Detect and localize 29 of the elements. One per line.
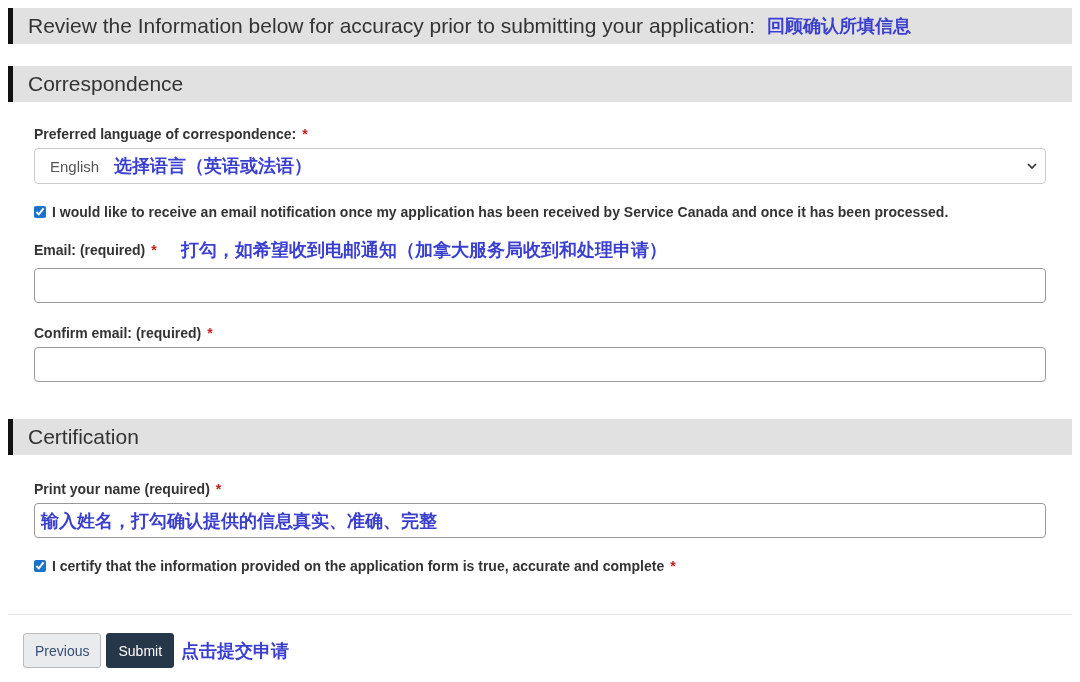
language-select[interactable]: English 选择语言（英语或法语）	[34, 148, 1046, 184]
field-label: Preferred language of correspondence:	[34, 126, 297, 142]
required-mark: *	[670, 558, 676, 574]
annotation-text: 打勾，如希望收到电邮通知（加拿大服务局收到和处理申请）	[180, 238, 667, 262]
annotation-text: 回顾确认所填信息	[767, 14, 912, 38]
confirm-email-field[interactable]	[34, 347, 1046, 382]
name-field[interactable]: 输入姓名，打勾确认提供的信息真实、准确、完整	[34, 503, 1046, 538]
heading-text: Certification	[28, 425, 139, 449]
form-button[interactable]: Submit	[106, 633, 175, 668]
annotation-text: 点击提交申请	[181, 638, 290, 663]
form-button[interactable]: Previous	[23, 633, 102, 668]
notify-checkbox[interactable]	[34, 206, 46, 218]
required-mark: *	[215, 481, 222, 497]
field-label: Email: (required)	[34, 242, 146, 258]
checkbox-label: I certify that the information provided on the application form is true, accurate and complete	[52, 558, 665, 574]
select-value: English	[50, 157, 100, 175]
required-mark: *	[151, 242, 157, 258]
heading-text: Correspondence	[28, 72, 184, 96]
heading-text: Review the Information below for accuracy prior to submitting your application:	[28, 14, 756, 38]
field-label: Print your name (required)	[34, 481, 210, 497]
annotation-text: 选择语言（英语或法语）	[114, 154, 313, 178]
required-mark: *	[302, 126, 308, 142]
certify-checkbox[interactable]	[34, 560, 46, 572]
email-field[interactable]	[34, 268, 1046, 303]
annotation-text: 输入姓名，打勾确认提供的信息真实、准确、完整	[41, 508, 437, 533]
checkbox-label: I would like to receive an email notification once my application has been received by Service Canada and once it has been processed.	[52, 204, 949, 220]
required-mark: *	[207, 325, 213, 341]
chevron-down-icon	[1027, 162, 1037, 170]
field-label: Confirm email: (required)	[34, 325, 202, 341]
